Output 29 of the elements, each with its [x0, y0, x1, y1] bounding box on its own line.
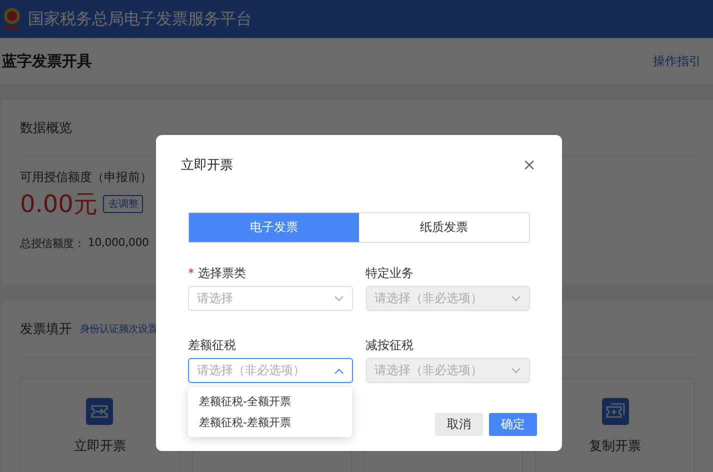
field-label: * 选择票类 — [188, 265, 247, 282]
section-title: 发票填开 — [20, 321, 72, 338]
total-value: 10,000,000 — [88, 236, 149, 251]
emblem-icon — [2, 7, 22, 31]
caret-icon — [511, 296, 521, 302]
select-field[interactable]: 请选择 — [188, 286, 352, 311]
cancel-button[interactable]: 取消 — [435, 413, 483, 436]
field-label: 差额征税 — [188, 337, 237, 354]
caret-icon — [511, 368, 521, 374]
app-title: 国家税务总局电子发票服务平台 — [28, 8, 252, 30]
credit-label: 可用授信额度（申报前） — [20, 169, 153, 186]
caret-icon — [334, 368, 344, 374]
confirm-button[interactable]: 确定 — [489, 413, 537, 436]
dropdown-option[interactable]: 差额征税-全额开票 — [188, 391, 352, 412]
close-button[interactable]: × — [518, 155, 540, 174]
ticket-plus-icon — [602, 398, 629, 425]
section-title: 数据概览 — [20, 120, 72, 137]
dialog-title: 立即开票 — [181, 156, 233, 174]
tab[interactable]: 电子发票 — [189, 213, 359, 242]
total-label: 总授信额度： — [20, 236, 85, 251]
select-field[interactable]: 请选择（非必选项） — [188, 358, 352, 383]
caret-icon — [334, 296, 344, 302]
field-label: 减按征税 — [366, 337, 414, 354]
dropdown-option[interactable]: 差额征税-差额开票 — [188, 412, 352, 433]
guide-link[interactable]: 操作指引 — [653, 52, 701, 70]
credit-amount: 0.00元 — [20, 189, 98, 220]
field-label: 特定业务 — [366, 265, 414, 282]
adjust-button[interactable]: 去调整 — [103, 195, 144, 213]
page-title: 蓝字发票开具 — [2, 52, 92, 70]
